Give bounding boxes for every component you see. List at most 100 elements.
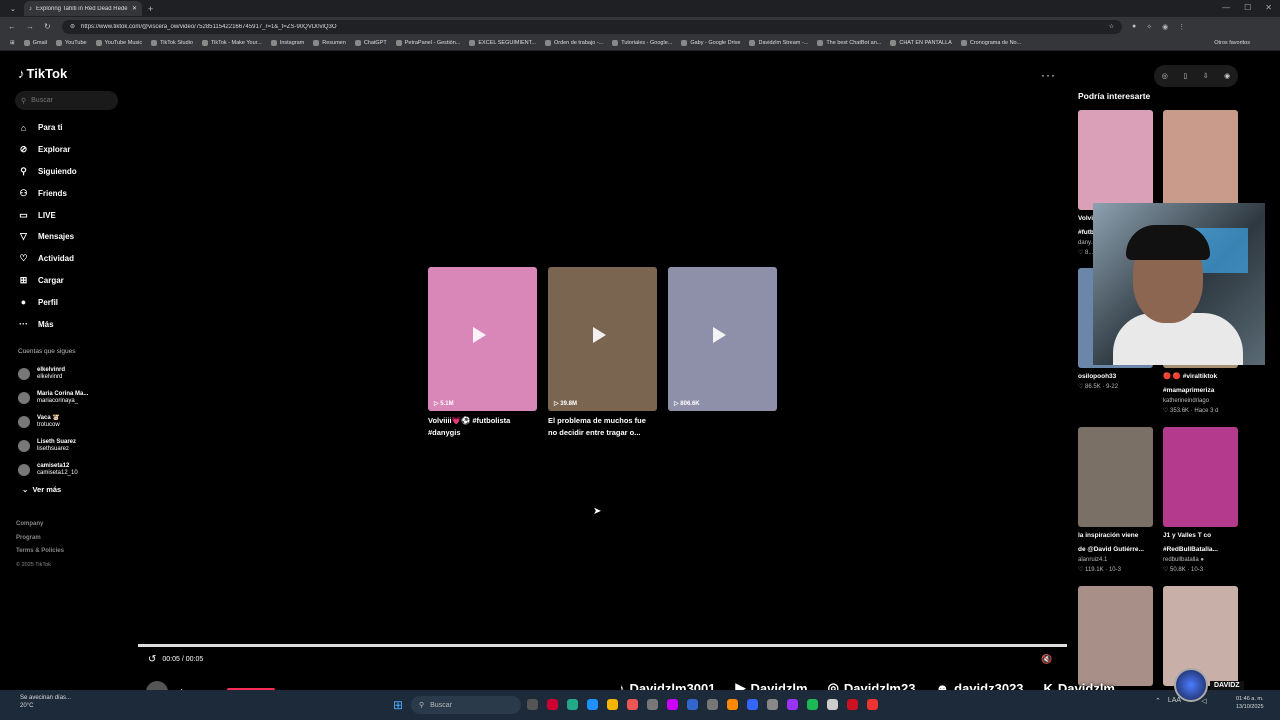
bookmark-item[interactable]: TikTok Studio — [151, 40, 193, 46]
taskbar-app-icon[interactable] — [547, 699, 558, 710]
following-account[interactable]: Maria Corina Ma... mariacorinaya_ — [18, 386, 88, 410]
taskbar-app-icon[interactable] — [687, 699, 698, 710]
apps-icon[interactable]: ⊞ — [10, 40, 15, 46]
bookmark-item[interactable]: Gaby - Google Drive — [681, 40, 740, 46]
following-account[interactable]: elkelvinrd elkelvinrd — [18, 362, 88, 386]
windows-start-icon[interactable]: ⊞ — [393, 698, 403, 712]
extension-icon[interactable]: ● — [1132, 23, 1136, 31]
video-thumbnail[interactable]: ▷ 39.8M — [548, 267, 657, 411]
following-account[interactable]: Vaca 🐮 trotucow — [18, 410, 88, 434]
video-card[interactable]: ▷ 5.1M Volviiii💗⚽ #futbolista #danygis — [428, 267, 537, 439]
bookmark-item[interactable]: CHAT EN PANTALLA — [890, 40, 952, 46]
url-text[interactable]: https://www.tiktok.com/@viscera_ow/video… — [81, 24, 1103, 30]
bookmark-item[interactable]: YouTube Music — [95, 40, 142, 46]
other-bookmarks[interactable]: Otros favoritos — [1214, 40, 1250, 46]
taskbar-app-icon[interactable] — [847, 699, 858, 710]
replay-icon[interactable]: ↺ — [148, 654, 156, 665]
taskbar-app-icon[interactable] — [707, 699, 718, 710]
profile-avatar-icon[interactable]: ◉ — [1162, 23, 1168, 31]
recommended-thumbnail[interactable] — [1078, 110, 1153, 210]
bookmark-item[interactable]: The best ChatBot an... — [817, 40, 881, 46]
back-icon[interactable]: ← — [8, 22, 18, 31]
bookmark-item[interactable]: Resumen — [313, 40, 346, 46]
taskbar-app-icon[interactable] — [787, 699, 798, 710]
taskbar-app-icon[interactable] — [767, 699, 778, 710]
sidebar-item-actividad[interactable]: ♡ Actividad — [18, 248, 77, 270]
omnibox[interactable]: ⊜ https://www.tiktok.com/@viscera_ow/vid… — [62, 19, 1122, 34]
taskbar-search[interactable]: ⚲ Buscar — [411, 696, 521, 714]
puzzle-icon[interactable]: ✧ — [1146, 23, 1152, 31]
bookmark-item[interactable]: Instagram — [270, 40, 304, 46]
footer-program-link[interactable]: Program — [16, 532, 64, 546]
video-thumbnail[interactable]: ▷ 5.1M — [428, 267, 537, 411]
taskbar-app-icon[interactable] — [807, 699, 818, 710]
menu-kebab-icon[interactable]: ⋮ — [1178, 23, 1185, 31]
star-icon[interactable]: ☆ — [1109, 23, 1114, 30]
bookmark-item[interactable]: Gmail — [23, 40, 47, 46]
search-input[interactable]: ⚲ Buscar — [15, 91, 118, 110]
bookmark-item[interactable]: EXCEL SEGUIMIENT... — [469, 40, 536, 46]
sidebar-item-live[interactable]: ▭ LIVE — [18, 204, 77, 226]
forward-icon[interactable]: → — [26, 22, 36, 31]
taskbar-app-icon[interactable] — [867, 699, 878, 710]
following-account[interactable]: camiseta12 camiseta12_10 — [18, 458, 88, 482]
taskbar-app-icon[interactable] — [647, 699, 658, 710]
recommended-video[interactable] — [1163, 110, 1238, 210]
sidebar-item-friends[interactable]: ⚇ Friends — [18, 182, 77, 204]
bookmark-item[interactable]: Davidzlm Stream -... — [749, 40, 808, 46]
taskbar-app-icon[interactable] — [827, 699, 838, 710]
video-card[interactable]: ▷ 806.6K — [668, 267, 777, 439]
reload-icon[interactable]: ↻ — [44, 22, 54, 31]
video-card[interactable]: ▷ 39.8M El problema de muchos fue no deci… — [548, 267, 657, 439]
user-avatar-icon[interactable]: ◉ — [1224, 72, 1230, 80]
taskbar-app-icon[interactable] — [607, 699, 618, 710]
close-tab-icon[interactable]: ✕ — [132, 5, 137, 12]
download-icon[interactable]: ⇩ — [1203, 72, 1209, 80]
sidebar-item-mas[interactable]: ··· Más — [18, 313, 77, 335]
bookmark-item[interactable]: PetraPanel - Gestión... — [395, 40, 460, 46]
recommended-video[interactable]: J1 y Valles T co #RedBullBatalla... redbul… — [1163, 427, 1238, 575]
bookmark-item[interactable]: Orden de trabajo -... — [544, 40, 603, 46]
bookmark-item[interactable]: TikTok - Make Your... — [201, 40, 262, 46]
chevron-up-icon[interactable]: ⌃ — [1155, 697, 1161, 705]
taskbar-app-icon[interactable] — [627, 699, 638, 710]
close-window-icon[interactable]: ✕ — [1265, 3, 1272, 12]
taskbar-app-icon[interactable] — [587, 699, 598, 710]
taskbar-app-icon[interactable] — [667, 699, 678, 710]
taskbar-app-icon[interactable] — [727, 699, 738, 710]
bookmark-item[interactable]: YouTube — [55, 40, 87, 46]
new-tab-button[interactable]: + — [148, 4, 153, 14]
site-info-icon[interactable]: ⊜ — [70, 23, 75, 30]
tab-search-icon[interactable]: ⌄ — [10, 5, 16, 13]
clock[interactable]: 01:46 a. m. 13/10/2025 — [1236, 695, 1264, 711]
bookmark-item[interactable]: Cronograma de No... — [960, 40, 1021, 46]
language-indicator[interactable]: LAA — [1168, 697, 1181, 705]
weather-widget[interactable]: Se avecinan días... 20°C — [20, 694, 71, 710]
compass-icon[interactable]: ◎ — [1162, 72, 1168, 80]
recommended-thumbnail[interactable] — [1163, 427, 1238, 527]
browser-tab[interactable]: ♪ Exploring Tahiti in Red Dead Rede... ✕ — [24, 1, 142, 16]
bookmark-item[interactable]: ChatGPT — [354, 40, 387, 46]
taskbar-app-icon[interactable] — [567, 699, 578, 710]
sidebar-item-para-ti[interactable]: ⌂ Para ti — [18, 117, 77, 139]
video-progress-bar[interactable] — [138, 644, 1067, 647]
sidebar-item-mensajes[interactable]: ▽ Mensajes — [18, 226, 77, 248]
sidebar-item-perfil[interactable]: ● Perfil — [18, 291, 77, 313]
footer-company-link[interactable]: Company — [16, 518, 64, 532]
phone-icon[interactable]: ▯ — [1183, 72, 1187, 80]
sidebar-item-siguiendo[interactable]: ⚲ Siguiendo — [18, 161, 76, 183]
see-more-button[interactable]: ⌄ Ver más — [22, 485, 61, 494]
bookmark-item[interactable]: Tutoriales - Google... — [612, 40, 672, 46]
maximize-icon[interactable]: ☐ — [1244, 3, 1251, 12]
minimize-icon[interactable]: — — [1222, 3, 1230, 12]
taskbar-app-icon[interactable] — [527, 699, 538, 710]
mute-icon[interactable]: 🔇 — [1041, 654, 1052, 665]
following-account[interactable]: Liseth Suarez lisethsuarez — [18, 434, 88, 458]
more-options-icon[interactable]: ··· — [1041, 68, 1056, 82]
recommended-thumbnail[interactable] — [1163, 110, 1238, 210]
volume-icon[interactable]: ◁ — [1201, 697, 1206, 705]
taskbar-app-icon[interactable] — [747, 699, 758, 710]
recommended-video[interactable]: la inspiración viene de @David Gutiérre..… — [1078, 427, 1153, 575]
footer-terms-link[interactable]: Terms & Policies — [16, 545, 64, 559]
sidebar-item-explorar[interactable]: ⊘ Explorar — [18, 139, 77, 161]
